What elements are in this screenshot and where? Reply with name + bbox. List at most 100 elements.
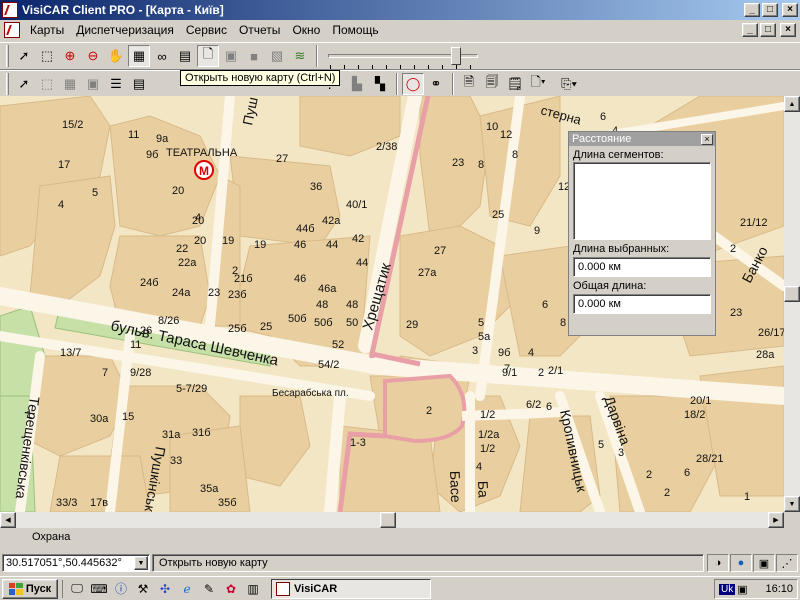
rect-icon[interactable]: ■	[243, 45, 265, 67]
binoculars-icon[interactable]: ∞	[151, 45, 173, 67]
house-number: 11	[128, 129, 139, 141]
taskbar-visicar-button[interactable]: VisiCAR	[271, 578, 431, 599]
tool-icon[interactable]: ⚒	[133, 580, 153, 598]
scroll-left-button[interactable]: ◀	[0, 512, 16, 528]
house-number: 9а	[156, 133, 169, 145]
browser-icon[interactable]: ℯ	[177, 580, 197, 598]
zoom-out-icon[interactable]: ⊖	[82, 45, 104, 67]
print-icon[interactable]: ▣	[220, 45, 242, 67]
house-number: 20	[172, 185, 184, 197]
doc-close-button[interactable]: ×	[780, 23, 796, 37]
scroll-up-button[interactable]: ▲	[784, 96, 800, 112]
start-button[interactable]: Пуск	[2, 578, 58, 599]
split-icon[interactable]: ▚	[369, 73, 391, 95]
menu-maps[interactable]: Карты	[24, 21, 70, 39]
merge-icon[interactable]: ▙	[346, 73, 368, 95]
minimize-button[interactable]: _	[744, 3, 760, 17]
pan-hand-icon[interactable]: ✋	[105, 45, 127, 67]
layer-icon[interactable]: ▤	[174, 45, 196, 67]
distance-panel-close-icon[interactable]: ×	[701, 133, 713, 145]
house-number: 22	[176, 243, 188, 255]
house-number: 2	[538, 367, 544, 379]
house-number: 22а	[178, 257, 197, 269]
list-icon[interactable]: ☰	[105, 73, 127, 95]
map-status-icon[interactable]: ▣	[753, 554, 775, 572]
start-label: Пуск	[25, 582, 52, 595]
horizontal-scroll-thumb[interactable]	[380, 512, 396, 528]
toolbar-separator	[396, 73, 398, 95]
scroll-down-button[interactable]: ▼	[784, 496, 800, 512]
house-number: 46а	[318, 283, 337, 295]
route-icon[interactable]: ⚭	[425, 73, 447, 95]
report-edit-icon[interactable]: 🗒	[504, 73, 526, 95]
vertical-scrollbar[interactable]: ▲ ▼	[784, 96, 800, 512]
select-arrow-icon[interactable]: ➚	[13, 73, 35, 95]
document-icon[interactable]	[4, 22, 20, 38]
doc-minimize-button[interactable]: _	[742, 23, 758, 37]
menu-bar: Карты Диспетчеризация Сервис Отчеты Окно…	[0, 20, 800, 40]
grid-icon[interactable]: ▦	[59, 73, 81, 95]
segments-list[interactable]	[573, 162, 711, 240]
zoom-slider[interactable]	[328, 45, 478, 69]
maximize-button[interactable]: □	[762, 3, 778, 17]
house-number: 44б	[296, 223, 315, 235]
layers-stack-icon[interactable]: ≋	[289, 45, 311, 67]
selected-length-field[interactable]: 0.000 км	[573, 257, 711, 277]
report-icon[interactable]: 🗎	[458, 73, 480, 95]
map-overview-icon[interactable]: ▦	[128, 45, 150, 67]
report-multi-icon[interactable]: 🗐	[481, 73, 503, 95]
zoom-slider-thumb[interactable]	[451, 47, 461, 65]
house-number: 5-7/29	[176, 383, 207, 395]
circle-measure-icon[interactable]: ◯	[402, 73, 424, 95]
select-area-icon[interactable]: ⬚	[36, 73, 58, 95]
paint-icon[interactable]: ✿	[221, 580, 241, 598]
zoom-in-icon[interactable]: ⊕	[59, 45, 81, 67]
export-dropdown-icon[interactable]: ⎘▾	[558, 73, 580, 95]
close-button[interactable]: ×	[782, 3, 798, 17]
table-icon[interactable]: ▤	[128, 73, 150, 95]
house-number: 5	[598, 439, 604, 451]
menu-dispatching[interactable]: Диспетчеризация	[70, 21, 180, 39]
house-number: 19	[254, 239, 266, 251]
keyboard-icon[interactable]: ⌨	[89, 580, 109, 598]
app-icon[interactable]	[2, 2, 18, 18]
menu-service[interactable]: Сервис	[180, 21, 233, 39]
doc-restore-button[interactable]: □	[760, 23, 776, 37]
clock[interactable]: 16:10	[765, 583, 793, 595]
resize-grip-icon[interactable]: ⋰	[776, 554, 798, 572]
distance-panel-titlebar[interactable]: Расстояние ×	[569, 132, 715, 146]
desktop-icon[interactable]: 🖵	[67, 580, 87, 598]
menu-reports[interactable]: Отчеты	[233, 21, 286, 39]
open-map-icon[interactable]: 🗋	[197, 45, 219, 67]
house-number: 8/26	[158, 315, 179, 327]
chevron-down-icon[interactable]: ▼	[134, 556, 148, 570]
report-dropdown-icon[interactable]: 🗋▾	[527, 73, 549, 95]
zoom-window-icon[interactable]: ⬚	[36, 45, 58, 67]
arrow-pointer-icon[interactable]: ➚	[13, 45, 35, 67]
info-icon[interactable]: ⓘ	[111, 580, 131, 598]
network-icon[interactable]: ✣	[155, 580, 175, 598]
tab-okhrana[interactable]: Охрана	[26, 528, 77, 546]
language-indicator[interactable]: Uk	[719, 583, 736, 595]
house-number: 30а	[90, 413, 109, 425]
copy-icon[interactable]: ▧	[266, 45, 288, 67]
house-number: 4	[195, 212, 201, 224]
chart-icon[interactable]: ▥	[243, 580, 263, 598]
toolbar-grip[interactable]	[6, 45, 9, 67]
editor-icon[interactable]: ✎	[199, 580, 219, 598]
connection-status-icon[interactable]: ◑	[707, 554, 729, 572]
house-number: 20/1	[690, 395, 711, 407]
house-number: 42	[352, 233, 364, 245]
total-length-field[interactable]: 0.000 км	[573, 294, 711, 314]
node-edit-icon[interactable]: ▣	[82, 73, 104, 95]
menu-help[interactable]: Помощь	[326, 21, 384, 39]
toolbar-grip[interactable]	[6, 73, 9, 95]
scroll-right-button[interactable]: ▶	[768, 512, 784, 528]
tray-icon[interactable]: ▣	[737, 583, 747, 596]
house-number: 5	[92, 187, 98, 199]
vertical-scroll-thumb[interactable]	[784, 286, 800, 302]
globe-icon[interactable]: ●	[730, 554, 752, 572]
menu-window[interactable]: Окно	[286, 21, 326, 39]
coordinates-combo[interactable]: 30.517051°,50.445632° ▼	[2, 554, 150, 572]
horizontal-scrollbar[interactable]: ◀ ▶	[0, 512, 784, 528]
